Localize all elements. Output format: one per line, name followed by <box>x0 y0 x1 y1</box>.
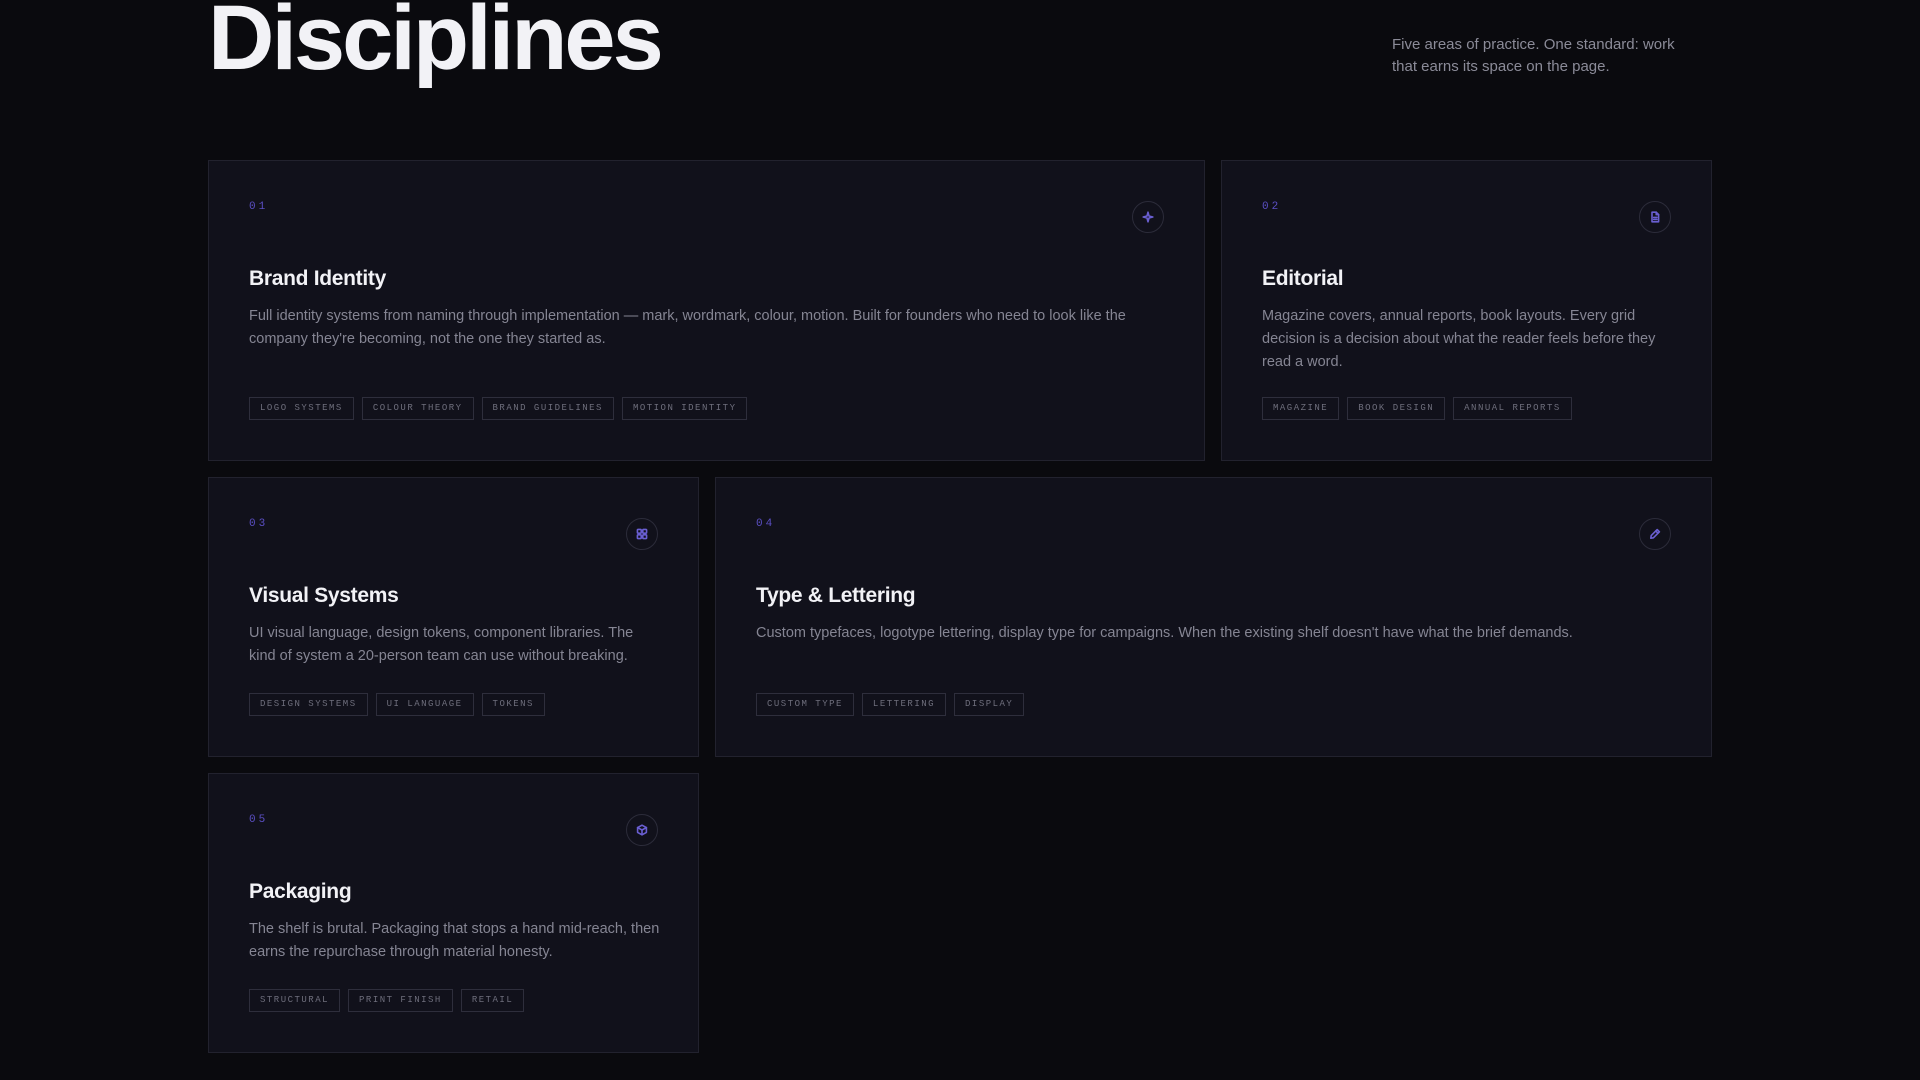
discipline-card-packaging[interactable]: 05 Packaging The shelf is brutal. Packag… <box>208 773 699 1053</box>
tag: LETTERING <box>861 693 947 716</box>
card-title: Brand Identity <box>249 267 386 290</box>
tag: MOTION IDENTITY <box>621 397 748 420</box>
tag-list: CUSTOM TYPE LETTERING DISPLAY <box>756 693 1025 716</box>
page-title: Disciplines <box>208 0 664 89</box>
card-title: Visual Systems <box>249 584 399 607</box>
card-number: 01 <box>249 201 269 213</box>
tag: COLOUR THEORY <box>361 397 474 420</box>
tag: DISPLAY <box>954 693 1025 716</box>
tag: DESIGN SYSTEMS <box>249 693 368 716</box>
sparkle-icon <box>1132 201 1164 233</box>
tag: BOOK DESIGN <box>1347 397 1446 420</box>
tag: LOGO SYSTEMS <box>249 397 354 420</box>
tag: BRAND GUIDELINES <box>481 397 614 420</box>
tag: STRUCTURAL <box>249 989 341 1012</box>
tag: UI LANGUAGE <box>375 693 474 716</box>
card-description: UI visual language, design tokens, compo… <box>249 625 634 664</box>
document-icon <box>1639 201 1671 233</box>
tag-list: DESIGN SYSTEMS UI LANGUAGE TOKENS <box>249 693 545 716</box>
card-title: Packaging <box>249 880 352 903</box>
discipline-card-editorial[interactable]: 02 Editorial Magazine covers, annual rep… <box>1221 160 1712 461</box>
section-intro: Five areas of practice. One standard: wo… <box>1392 36 1675 75</box>
card-description: Magazine covers, annual reports, book la… <box>1262 308 1656 370</box>
card-description: The shelf is brutal. Packaging that stop… <box>249 921 660 960</box>
tag: CUSTOM TYPE <box>756 693 854 716</box>
tag-list: STRUCTURAL PRINT FINISH RETAIL <box>249 989 525 1012</box>
card-description: Custom typefaces, logotype lettering, di… <box>756 625 1573 641</box>
card-description: Full identity systems from naming throug… <box>249 308 1126 347</box>
discipline-card-type-lettering[interactable]: 04 Type & Lettering Custom typefaces, lo… <box>715 477 1712 757</box>
tag: RETAIL <box>460 989 525 1012</box>
tag: ANNUAL REPORTS <box>1453 397 1572 420</box>
card-number: 05 <box>249 814 269 826</box>
card-title: Type & Lettering <box>756 584 916 607</box>
card-number: 03 <box>249 518 269 530</box>
box-icon <box>626 814 658 846</box>
tag: MAGAZINE <box>1262 397 1340 420</box>
tag-list: LOGO SYSTEMS COLOUR THEORY BRAND GUIDELI… <box>249 397 748 420</box>
tag: TOKENS <box>481 693 545 716</box>
discipline-card-brand-identity[interactable]: 01 Brand Identity Full identity systems … <box>208 160 1205 461</box>
card-number: 04 <box>756 518 776 530</box>
tag-list: MAGAZINE BOOK DESIGN ANNUAL REPORTS <box>1262 397 1572 420</box>
pen-icon <box>1639 518 1671 550</box>
discipline-card-visual-systems[interactable]: 03 Visual Systems UI visual language, de… <box>208 477 699 757</box>
grid-icon <box>626 518 658 550</box>
tag: PRINT FINISH <box>348 989 453 1012</box>
card-number: 02 <box>1262 201 1282 213</box>
card-title: Editorial <box>1262 267 1344 290</box>
